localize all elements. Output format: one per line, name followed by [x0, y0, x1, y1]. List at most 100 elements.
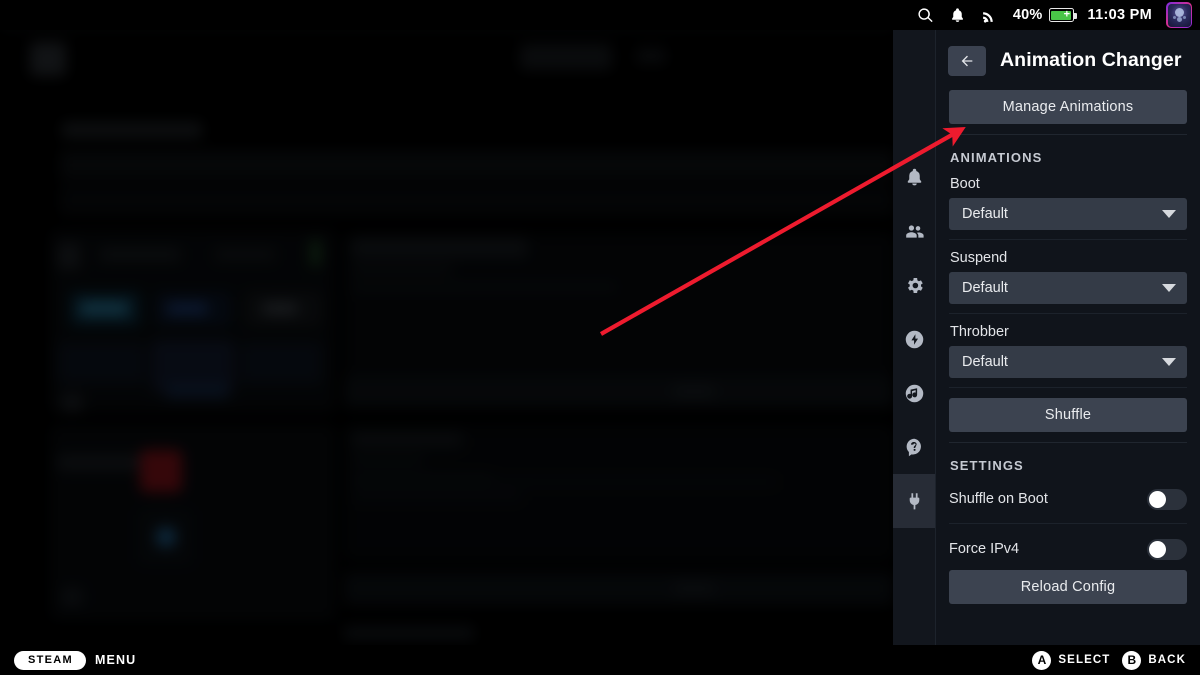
rail-item-music[interactable]: [893, 366, 935, 420]
bg-tab-a: [520, 44, 612, 70]
back-button[interactable]: [948, 46, 986, 76]
bg-card-icon: [58, 243, 80, 269]
bottom-right-hints: A SELECT B BACK: [1032, 650, 1186, 670]
rail-item-decky-plugins[interactable]: [893, 474, 935, 528]
field-label-boot: Boot: [950, 176, 980, 192]
top-status-bar: 40% 11:03 PM: [0, 0, 1200, 30]
bg-tab-b: [636, 48, 666, 64]
bg-small-square-two: [62, 588, 82, 606]
field-suspend: Suspend Default: [949, 250, 1187, 304]
bottom-left-controls: STEAM MENU: [14, 650, 137, 670]
divider-after-shuffle: [949, 442, 1187, 443]
rail-item-performance[interactable]: [893, 312, 935, 366]
search-icon[interactable]: [917, 6, 935, 24]
bg-detail-lower-sub-one: [352, 455, 424, 465]
divider-suspend-throbber: [949, 313, 1187, 314]
reload-config-button[interactable]: Reload Config: [949, 570, 1187, 604]
hint-select-label: SELECT: [1058, 654, 1111, 666]
bg-detail-lower-title: [352, 432, 462, 447]
throbber-animation-select[interactable]: Default: [949, 346, 1187, 378]
clock: 11:03 PM: [1087, 7, 1152, 23]
help-icon: [906, 438, 921, 456]
suspend-animation-select[interactable]: Default: [949, 272, 1187, 304]
field-throbber: Throbber Default: [949, 324, 1187, 378]
boot-animation-value: Default: [962, 206, 1008, 222]
throbber-animation-value: Default: [962, 354, 1008, 370]
toggle-label-force-ipv4: Force IPv4: [949, 541, 1020, 557]
bg-bottom-text: [344, 626, 474, 640]
bg-small-square-one: [62, 394, 82, 412]
bg-pill-grey: [245, 292, 321, 326]
battery-status: 40%: [1012, 7, 1077, 23]
divider-boot-suspend: [949, 239, 1187, 240]
quick-access-rail: [893, 30, 935, 645]
gear-icon: [907, 277, 923, 293]
wifi-icon[interactable]: [981, 6, 999, 24]
bg-detail-lower-sub-three: [352, 492, 522, 501]
panel-scroll-area[interactable]: Manage Animations ANIMATIONS Boot Defaul…: [936, 90, 1200, 645]
rail-item-settings[interactable]: [893, 258, 935, 312]
bg-detail-sub-one: [352, 264, 452, 275]
button-b-icon: B: [1122, 650, 1142, 670]
button-a-icon: A: [1032, 650, 1052, 670]
toggle-row-force-ipv4[interactable]: Force IPv4: [949, 534, 1187, 564]
screen: 40% 11:03 PM: [0, 0, 1200, 675]
boot-animation-select[interactable]: Default: [949, 198, 1187, 230]
toggle-label-shuffle-on-boot: Shuffle on Boot: [949, 491, 1048, 507]
field-label-throbber: Throbber: [950, 324, 1009, 340]
bell-icon: [907, 168, 921, 185]
shuffle-on-boot-switch[interactable]: [1147, 488, 1187, 510]
quick-access-panel: Animation Changer Manage Animations ANIM…: [893, 30, 1200, 645]
bg-detail-button-upper: [344, 375, 893, 408]
chevron-down-icon: [1162, 358, 1176, 366]
battery-percent: 40%: [1012, 7, 1043, 23]
arrow-left-icon: [961, 55, 973, 67]
friends-icon: [905, 224, 924, 238]
divider-toggles: [949, 523, 1187, 524]
suspend-animation-value: Default: [962, 280, 1008, 296]
manage-animations-button[interactable]: Manage Animations: [949, 90, 1187, 124]
shuffle-button[interactable]: Shuffle: [949, 398, 1187, 432]
settings-section-heading: SETTINGS: [950, 458, 1024, 473]
bg-pill-cyan: [70, 292, 140, 326]
rail-item-notifications[interactable]: [893, 150, 935, 204]
bg-detail-sub-two: [352, 282, 617, 292]
bg-block-blue-four: [166, 384, 228, 398]
field-boot: Boot Default: [949, 176, 1187, 230]
avatar[interactable]: [1166, 2, 1192, 28]
plug-icon: [909, 492, 919, 509]
bg-card-text-two: [215, 248, 275, 261]
bg-card-green-marker: [311, 240, 320, 266]
hint-back[interactable]: B BACK: [1122, 650, 1186, 670]
quick-access-content: Animation Changer Manage Animations ANIM…: [935, 30, 1200, 645]
bg-detail-button-lower: [344, 572, 893, 605]
bg-detail-title: [352, 238, 527, 258]
bg-block-blue-three: [240, 342, 322, 384]
bg-pill-blue: [155, 292, 231, 326]
bg-blue-dot-icon: [156, 527, 176, 547]
chevron-down-icon: [1162, 284, 1176, 292]
steam-button[interactable]: STEAM: [14, 650, 86, 670]
chevron-down-icon: [1162, 210, 1176, 218]
hint-select[interactable]: A SELECT: [1032, 650, 1111, 670]
bottom-status-bar: STEAM MENU A SELECT B BACK: [0, 645, 1200, 675]
background-steam-library: [0, 0, 893, 645]
bell-icon[interactable]: [949, 6, 967, 24]
panel-header: Animation Changer: [936, 30, 1200, 90]
animations-section-heading: ANIMATIONS: [950, 150, 1043, 165]
bg-detail-lower-sub-two: [352, 474, 492, 484]
bg-red-icon: [140, 450, 182, 492]
music-note-icon: [905, 384, 923, 402]
force-ipv4-switch[interactable]: [1147, 538, 1187, 560]
divider-after-manage: [949, 134, 1187, 135]
bg-section-title: [62, 122, 202, 138]
menu-label: MENU: [95, 653, 137, 667]
field-label-suspend: Suspend: [950, 250, 1008, 266]
hint-back-label: BACK: [1148, 654, 1186, 666]
background-blur-layer: [0, 0, 893, 645]
divider-before-shuffle: [949, 387, 1187, 388]
rail-item-friends[interactable]: [893, 204, 935, 258]
toggle-row-shuffle-on-boot[interactable]: Shuffle on Boot: [949, 484, 1187, 514]
rail-item-help[interactable]: [893, 420, 935, 474]
bg-block-blue-one: [58, 342, 146, 384]
